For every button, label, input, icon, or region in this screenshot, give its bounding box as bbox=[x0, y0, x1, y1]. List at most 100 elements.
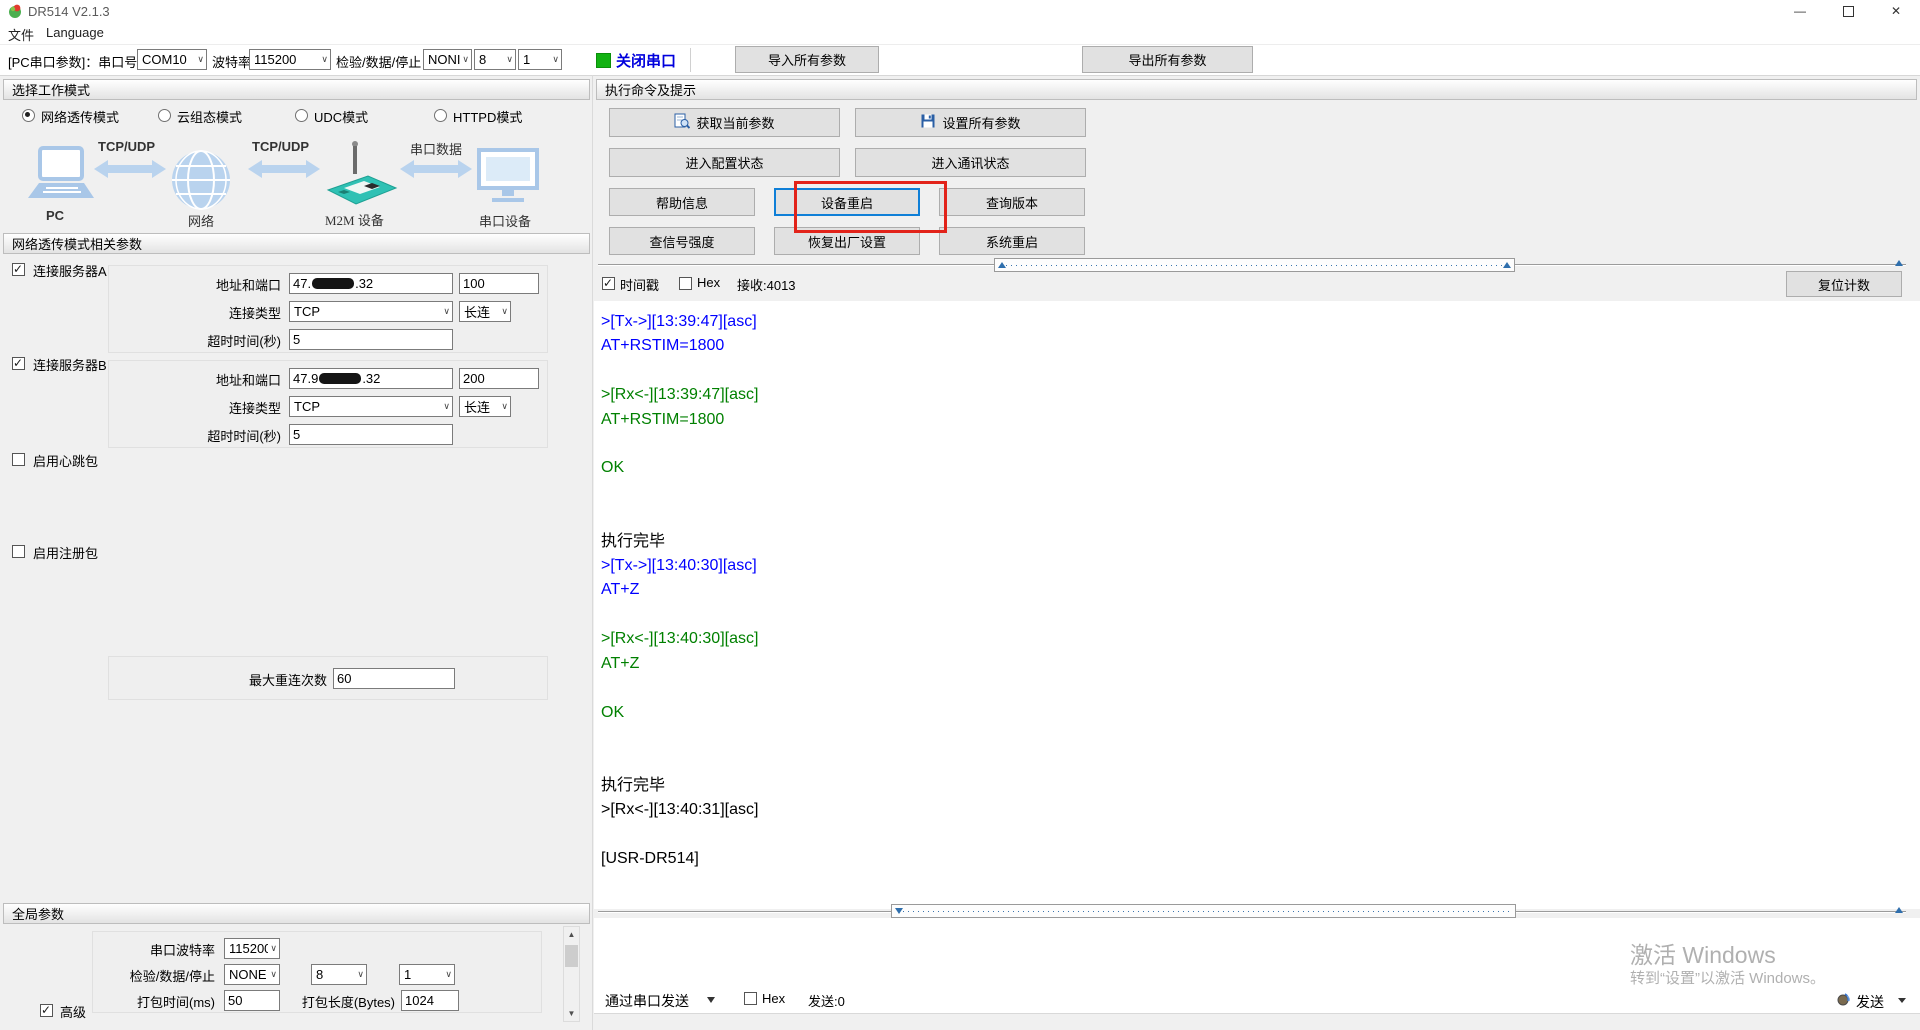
log-line: >[Rx<-][13:40:31][asc] bbox=[601, 801, 759, 819]
timestamp-checkbox[interactable] bbox=[602, 276, 615, 290]
send-hex-label: Hex bbox=[762, 991, 786, 1006]
menu-language[interactable]: Language bbox=[46, 25, 104, 40]
global-parity-select[interactable]: NONE ∨ bbox=[224, 964, 280, 985]
global-databits-select[interactable]: 8 ∨ bbox=[311, 964, 367, 985]
server-a-address-input[interactable]: 47. .32 bbox=[289, 273, 453, 294]
enter-config-button[interactable]: 进入配置状态 bbox=[609, 148, 840, 177]
chevron-down-icon: ∨ bbox=[197, 54, 204, 64]
server-a-keepalive-select[interactable]: 长连 ∨ bbox=[459, 301, 511, 322]
server-b-address-input[interactable]: 47.9.32 bbox=[289, 368, 453, 389]
export-params-button[interactable]: 导出所有参数 bbox=[1082, 46, 1253, 73]
recv-hex-checkbox[interactable] bbox=[679, 277, 692, 290]
server-b-timeout-input[interactable]: 5 bbox=[289, 424, 453, 445]
parity-select[interactable]: NONI ∨ bbox=[423, 49, 472, 70]
global-stopbits-select[interactable]: 1 ∨ bbox=[399, 964, 455, 985]
advanced-checkbox[interactable] bbox=[40, 1003, 53, 1017]
arrow-network-m2m-icon bbox=[248, 158, 320, 183]
radio-net-transparent-label[interactable]: 网络透传模式 bbox=[41, 107, 119, 126]
radio-cloud-mode[interactable] bbox=[158, 109, 171, 122]
send-icon[interactable] bbox=[1836, 992, 1851, 1010]
scrollbar-thumb[interactable] bbox=[565, 945, 578, 967]
server-b-checkbox[interactable] bbox=[12, 356, 25, 370]
slider-ticks bbox=[1006, 264, 1503, 266]
log-line: OK bbox=[601, 703, 625, 721]
close-button[interactable]: ✕ bbox=[1872, 0, 1920, 22]
scroll-down-icon[interactable]: ▼ bbox=[564, 1006, 579, 1021]
slider-left-thumb-icon[interactable] bbox=[998, 262, 1006, 268]
radio-httpd-label[interactable]: HTTPD模式 bbox=[453, 107, 522, 126]
register-checkbox[interactable] bbox=[12, 545, 25, 558]
minimize-button[interactable]: — bbox=[1776, 0, 1824, 22]
windows-activation-hint: 转到“设置”以激活 Windows。 bbox=[1630, 970, 1826, 987]
top-splitter-handle[interactable] bbox=[994, 258, 1515, 272]
server-b-port-input[interactable]: 200 bbox=[459, 368, 539, 389]
query-signal-button[interactable]: 查信号强度 bbox=[609, 227, 755, 255]
pc-icon bbox=[24, 146, 98, 207]
server-a-timeout-input[interactable]: 5 bbox=[289, 329, 453, 350]
server-a-checkbox[interactable] bbox=[12, 262, 25, 276]
server-b-addr-label: 地址和端口 bbox=[215, 373, 281, 388]
left-panel-scrollbar[interactable]: ▲ ▼ bbox=[563, 926, 580, 1022]
query-version-button[interactable]: 查询版本 bbox=[939, 188, 1085, 216]
import-params-button[interactable]: 导入所有参数 bbox=[735, 46, 879, 73]
com-port-select[interactable]: COM10 ∨ bbox=[137, 49, 207, 70]
send-via-caret-icon[interactable] bbox=[707, 997, 715, 1003]
scroll-up-icon[interactable]: ▲ bbox=[564, 927, 579, 942]
work-mode-header: 选择工作模式 bbox=[3, 79, 590, 100]
send-hex-checkbox[interactable] bbox=[744, 992, 757, 1005]
slider-right-thumb-icon[interactable] bbox=[1503, 262, 1511, 268]
menu-bar: 文件 Language bbox=[0, 22, 1920, 45]
heartbeat-checkbox[interactable] bbox=[12, 453, 25, 466]
send-caret-icon[interactable] bbox=[1898, 998, 1906, 1003]
close-port-button[interactable]: 关闭串口 bbox=[616, 50, 676, 71]
maximize-button[interactable] bbox=[1824, 0, 1872, 22]
server-a-port-input[interactable]: 100 bbox=[459, 273, 539, 294]
window-title: DR514 V2.1.3 bbox=[28, 4, 110, 19]
help-info-button[interactable]: 帮助信息 bbox=[609, 188, 755, 216]
server-b-label: 连接服务器B bbox=[33, 358, 107, 373]
max-reconnect-input[interactable]: 60 bbox=[333, 668, 455, 689]
radio-cloud-label[interactable]: 云组态模式 bbox=[177, 107, 242, 126]
node-label-pc: PC bbox=[46, 208, 65, 223]
server-a-type-select[interactable]: TCP ∨ bbox=[289, 301, 453, 322]
radio-udc-mode[interactable] bbox=[295, 109, 308, 122]
link-label-serial-data: 串口数据 bbox=[410, 142, 463, 157]
port-status-icon bbox=[596, 53, 611, 68]
databits-select[interactable]: 8 ∨ bbox=[474, 49, 516, 70]
slider-thumb-icon[interactable] bbox=[895, 908, 903, 914]
annotation-highlight-rectangle bbox=[794, 181, 947, 233]
log-output-area[interactable]: >[Tx->][13:39:47][asc] AT+RSTIM=1800 >[Rx… bbox=[594, 301, 1920, 909]
radio-httpd-mode[interactable] bbox=[434, 109, 447, 122]
radio-net-transparent-mode[interactable] bbox=[22, 109, 35, 122]
reset-count-button[interactable]: 复位计数 bbox=[1786, 271, 1902, 297]
send-via-dropdown[interactable]: 通过串口发送 bbox=[605, 991, 689, 1011]
server-b-keepalive-select[interactable]: 长连 ∨ bbox=[459, 396, 511, 417]
log-line: >[Tx->][13:39:47][asc] bbox=[601, 313, 757, 330]
redaction-mark bbox=[312, 278, 355, 289]
stopbits-select[interactable]: 1 ∨ bbox=[518, 49, 562, 70]
pc-serial-label: [PC串口参数]：串口号 bbox=[8, 55, 138, 70]
parity-data-stop-label: 检验/数据/停止 bbox=[336, 55, 422, 70]
global-baud-select[interactable]: 115200 ∨ bbox=[224, 938, 280, 959]
server-b-type-select[interactable]: TCP ∨ bbox=[289, 396, 453, 417]
bottom-splitter-handle[interactable] bbox=[891, 904, 1516, 918]
baud-label: 波特率 bbox=[212, 55, 252, 70]
enter-comm-button[interactable]: 进入通讯状态 bbox=[855, 148, 1086, 177]
log-line: [USR-DR514] bbox=[601, 849, 699, 867]
menu-file[interactable]: 文件 bbox=[8, 25, 34, 44]
radio-udc-label[interactable]: UDC模式 bbox=[314, 107, 368, 126]
m2m-device-icon bbox=[322, 138, 400, 213]
get-params-button[interactable]: 获取当前参数 bbox=[609, 108, 840, 137]
slider-end-mark-icon bbox=[1895, 260, 1903, 266]
pack-time-label: 打包时间(ms) bbox=[137, 995, 215, 1010]
system-restart-button[interactable]: 系统重启 bbox=[939, 227, 1085, 255]
app-logo-icon bbox=[7, 3, 23, 22]
baud-select[interactable]: 115200 ∨ bbox=[249, 49, 331, 70]
pack-length-input[interactable]: 1024 bbox=[401, 990, 459, 1011]
set-params-button[interactable]: 设置所有参数 bbox=[855, 108, 1086, 137]
send-button[interactable]: 发送 bbox=[1856, 992, 1884, 1012]
title-bar: DR514 V2.1.3 — ✕ bbox=[0, 0, 1920, 22]
get-params-icon bbox=[674, 113, 691, 132]
